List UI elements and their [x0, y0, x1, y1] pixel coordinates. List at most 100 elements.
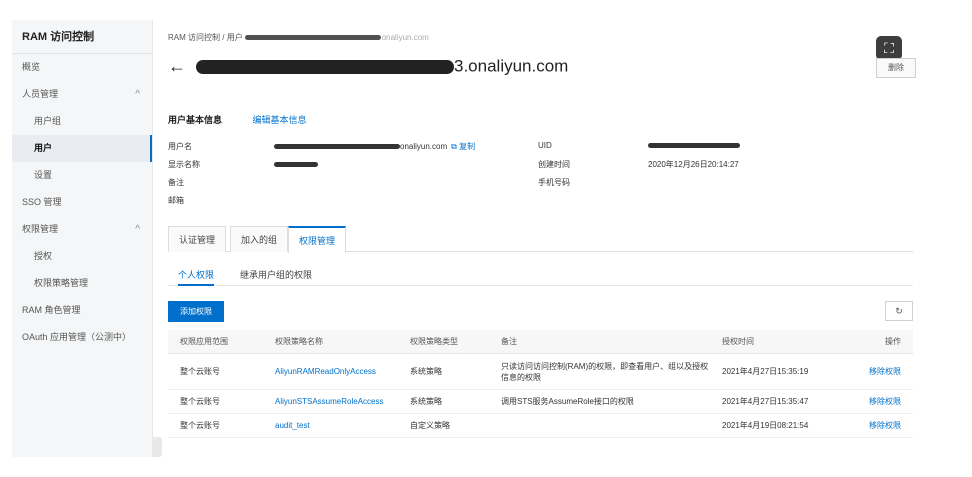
- sidebar-item-label: 用户组: [34, 116, 62, 126]
- sidebar-item-label: SSO 管理: [22, 197, 62, 207]
- type-cell: 系统策略: [410, 397, 442, 406]
- sidebar-item-groups[interactable]: 用户组: [12, 108, 152, 135]
- permissions-table: 权限应用范围 权限策略名称 权限策略类型 备注 授权时间 操作 整个云账号 Al…: [168, 330, 913, 438]
- subtab-personal[interactable]: 个人权限: [178, 266, 215, 286]
- created-value: 2020年12月26日20:14:27: [648, 160, 739, 169]
- sidebar-item-label: RAM 角色管理: [22, 305, 81, 315]
- column-header: 操作: [885, 337, 901, 346]
- column-header: 权限策略类型: [410, 337, 458, 346]
- sidebar-item-oauth[interactable]: OAuth 应用管理（公测中）: [12, 324, 152, 351]
- sidebar-item-permissions[interactable]: 权限管理 ^: [12, 216, 152, 243]
- column-header: 权限策略名称: [275, 337, 323, 346]
- redacted-block: [274, 144, 400, 150]
- note-label: 备注: [168, 178, 184, 187]
- section-title: 用户基本信息: [168, 115, 223, 125]
- email-row: 邮箱: [168, 195, 274, 206]
- policy-link[interactable]: audit_test: [275, 414, 405, 437]
- sidebar-item-grants[interactable]: 授权: [12, 243, 152, 270]
- type-cell: 系统策略: [410, 367, 442, 376]
- page-title-text: 3.onaliyun.com: [454, 56, 569, 76]
- note-cell: 只读访问访问控制(RAM)的权限，即查看用户、组以及授权信息的权限: [501, 361, 709, 382]
- sidebar-item-label: 授权: [34, 251, 53, 261]
- column-header: 权限应用范围: [180, 337, 228, 346]
- time-cell: 2021年4月27日15:35:47: [722, 397, 809, 406]
- sidebar: RAM 访问控制 概览 人员管理 ^ 用户组 用户 设置 SSO 管理 权限管理 ^…: [12, 20, 153, 457]
- policy-link[interactable]: AliyunRAMReadOnlyAccess: [275, 354, 405, 389]
- note-row: 备注: [168, 177, 274, 188]
- sidebar-item-label: 概览: [22, 62, 41, 72]
- sidebar-item-label: 设置: [34, 170, 53, 180]
- sidebar-item-label: 人员管理: [22, 89, 59, 99]
- back-arrow-icon[interactable]: ←: [168, 56, 186, 77]
- phone-label: 手机号码: [538, 178, 570, 187]
- add-permission-button[interactable]: 添加权限: [168, 301, 224, 322]
- sidebar-item-label: OAuth 应用管理（公测中）: [22, 332, 132, 342]
- created-label: 创建时间: [538, 160, 570, 169]
- sidebar-title: RAM 访问控制: [12, 20, 152, 54]
- breadcrumb-root[interactable]: RAM 访问控制: [168, 33, 220, 42]
- remove-permission-link[interactable]: 移除权限: [851, 354, 901, 389]
- redacted-block: [648, 143, 740, 149]
- sidebar-item-people[interactable]: 人员管理 ^: [12, 81, 152, 108]
- policy-link[interactable]: AliyunSTSAssumeRoleAccess: [275, 390, 405, 413]
- breadcrumb-current: onaliyun.com: [381, 33, 429, 42]
- sidebar-item-sso[interactable]: SSO 管理: [12, 189, 152, 216]
- sidebar-item-overview[interactable]: 概览: [12, 54, 152, 81]
- table-header: 权限应用范围 权限策略名称 权限策略类型 备注 授权时间 操作: [168, 330, 913, 354]
- created-row: 创建时间 2020年12月26日20:14:27: [538, 159, 739, 170]
- scope-cell: 整个云账号: [180, 367, 220, 376]
- uid-label: UID: [538, 141, 552, 150]
- breadcrumb-users[interactable]: 用户: [227, 33, 243, 42]
- column-header: 备注: [501, 337, 517, 346]
- sidebar-item-policies[interactable]: 权限策略管理: [12, 270, 152, 297]
- time-cell: 2021年4月19日08:21:54: [722, 421, 809, 430]
- delete-button[interactable]: 删除: [876, 58, 916, 78]
- type-cell: 自定义策略: [410, 421, 450, 430]
- breadcrumb-separator: /: [222, 33, 225, 42]
- sidebar-item-settings[interactable]: 设置: [12, 162, 152, 189]
- redacted-block: [196, 59, 454, 74]
- remove-permission-link[interactable]: 移除权限: [851, 414, 901, 437]
- note-cell: [501, 414, 716, 437]
- basic-info-header: 用户基本信息 编辑基本信息: [168, 113, 307, 126]
- copy-button[interactable]: ⧉ 复制: [451, 142, 475, 151]
- refresh-icon: ↻: [895, 306, 903, 316]
- page-title: ← 3.onaliyun.com: [168, 56, 568, 80]
- tab-groups[interactable]: 加入的组: [230, 226, 289, 252]
- sidebar-item-label: 权限策略管理: [34, 278, 89, 288]
- subtab-inherited[interactable]: 继承用户组的权限: [240, 266, 312, 286]
- fullscreen-icon: ⛶: [884, 40, 894, 56]
- chevron-up-icon: ^: [135, 224, 140, 235]
- note-cell: 调用STS服务AssumeRole接口的权限: [501, 397, 634, 406]
- scope-cell: 整个云账号: [180, 421, 220, 430]
- sidebar-item-roles[interactable]: RAM 角色管理: [12, 297, 152, 324]
- sidebar-item-users[interactable]: 用户: [12, 135, 152, 162]
- display-name-label: 显示名称: [168, 160, 200, 169]
- refresh-button[interactable]: ↻: [885, 301, 913, 321]
- column-header: 授权时间: [722, 337, 754, 346]
- tab-auth[interactable]: 认证管理: [168, 226, 227, 252]
- username-value: onaliyun.com: [400, 142, 448, 151]
- tab-bar: 认证管理 加入的组 权限管理: [168, 226, 913, 253]
- table-row: 整个云账号 AliyunSTSAssumeRoleAccess 系统策略 调用S…: [168, 390, 913, 414]
- uid-row: UID: [538, 141, 740, 150]
- sidebar-collapse-handle[interactable]: [152, 437, 162, 457]
- username-label: 用户名: [168, 142, 192, 151]
- tab-permissions[interactable]: 权限管理: [288, 226, 347, 253]
- username-row: 用户名 onaliyun.com ⧉ 复制: [168, 141, 475, 152]
- breadcrumb: RAM 访问控制 / 用户 onaliyun.com: [168, 30, 429, 46]
- redacted-block: [244, 35, 381, 41]
- table-row: 整个云账号 audit_test 自定义策略 2021年4月19日08:21:5…: [168, 414, 913, 438]
- remove-permission-link[interactable]: 移除权限: [851, 390, 901, 413]
- table-row: 整个云账号 AliyunRAMReadOnlyAccess 系统策略 只读访问访…: [168, 354, 913, 390]
- sidebar-item-label: 权限管理: [22, 224, 59, 234]
- edit-basic-info-link[interactable]: 编辑基本信息: [253, 115, 307, 125]
- time-cell: 2021年4月27日15:35:19: [722, 367, 809, 376]
- chevron-up-icon: ^: [135, 89, 140, 100]
- fullscreen-button[interactable]: ⛶: [876, 36, 902, 60]
- redacted-block: [274, 162, 318, 168]
- sidebar-item-label: 用户: [34, 143, 53, 153]
- subtab-bar: 个人权限 继承用户组的权限: [168, 266, 913, 286]
- display-name-row: 显示名称: [168, 159, 318, 170]
- scope-cell: 整个云账号: [180, 397, 220, 406]
